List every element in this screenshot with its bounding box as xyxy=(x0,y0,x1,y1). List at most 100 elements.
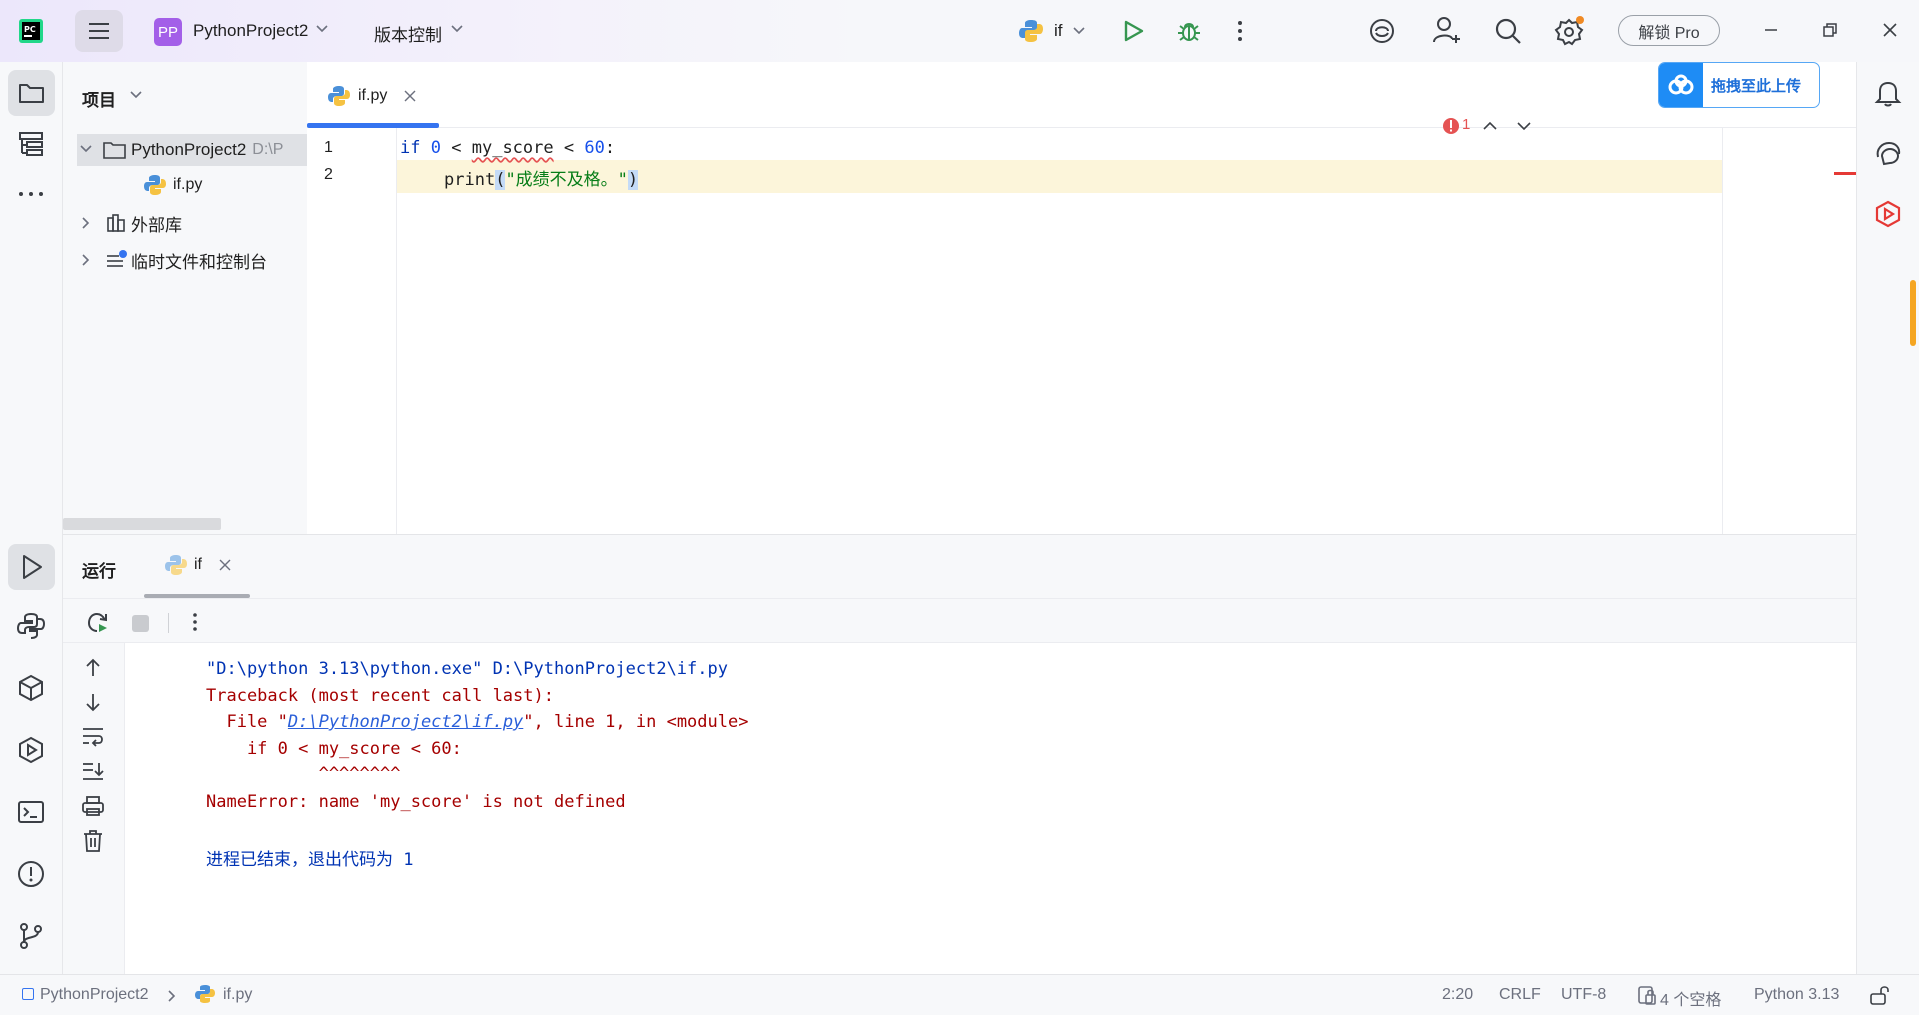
editor-tab-if-py[interactable]: if.py xyxy=(327,84,417,108)
ai-assistant-icon[interactable] xyxy=(1368,17,1396,45)
next-problem-icon[interactable] xyxy=(1516,120,1532,132)
ai-chat-icon[interactable] xyxy=(1874,139,1902,167)
code-line-2[interactable]: print("成绩不及格。") xyxy=(444,165,639,190)
console-carets: ^^^^^^^^ xyxy=(206,764,401,784)
terminal-icon[interactable] xyxy=(16,797,46,827)
inspection-widget[interactable] xyxy=(1441,116,1461,136)
console-file-line: File "D:\PythonProject2\if.py", line 1, … xyxy=(206,712,748,732)
run-tool-button[interactable] xyxy=(8,544,55,590)
run-panel: 运行 if "D:\python 3.13\python.exe" D:\Pyt… xyxy=(63,534,1856,975)
python-packages-icon[interactable] xyxy=(16,673,46,703)
problems-icon[interactable] xyxy=(16,859,46,889)
file-link[interactable]: D:\PythonProject2\if.py xyxy=(288,712,523,732)
print-icon[interactable] xyxy=(81,795,105,817)
indent-setting[interactable]: 4 个空格 xyxy=(1660,986,1721,1010)
scroll-up-icon[interactable] xyxy=(82,657,104,679)
unlock-pro-button[interactable]: 解锁 Pro xyxy=(1618,15,1720,46)
scroll-down-icon[interactable] xyxy=(82,691,104,713)
editor-tab-label: if.py xyxy=(358,87,388,104)
more-tools-icon[interactable] xyxy=(17,189,47,199)
plugin-logo-icon[interactable] xyxy=(1873,199,1903,229)
close-tab-icon[interactable] xyxy=(218,558,232,572)
chevron-down-icon[interactable] xyxy=(77,143,99,157)
file-encoding[interactable]: UTF-8 xyxy=(1561,986,1606,1004)
chevron-down-icon[interactable] xyxy=(1072,26,1086,36)
tree-row-project-root[interactable]: PythonProject2 D:\P xyxy=(77,134,307,166)
soft-wrap-icon[interactable] xyxy=(81,725,105,747)
stop-icon[interactable] xyxy=(132,615,149,632)
chevron-right-icon[interactable] xyxy=(77,216,99,230)
caret-position[interactable]: 2:20 xyxy=(1442,986,1473,1004)
close-tab-icon[interactable] xyxy=(403,89,417,103)
search-icon[interactable] xyxy=(1494,17,1522,45)
run-toolbar xyxy=(63,599,1856,643)
pycharm-logo-icon: PC xyxy=(19,19,43,43)
restore-icon[interactable] xyxy=(1822,22,1838,38)
close-window-icon[interactable] xyxy=(1882,22,1898,38)
scroll-indicator[interactable] xyxy=(1910,280,1916,346)
tree-row-external-libs[interactable]: 外部库 xyxy=(77,207,182,239)
toolbar-separator xyxy=(168,613,169,633)
code-line-1[interactable]: if 0 < my_score < 60: xyxy=(400,138,615,158)
python-file-icon xyxy=(144,175,166,195)
clear-trash-icon[interactable] xyxy=(82,829,104,853)
chevron-down-icon[interactable] xyxy=(315,24,329,34)
error-icon xyxy=(1443,118,1459,134)
chevron-right-icon[interactable] xyxy=(77,253,99,267)
python-file-icon xyxy=(328,86,350,106)
more-actions-icon[interactable] xyxy=(190,612,200,632)
services-icon[interactable] xyxy=(16,735,46,765)
vcs-menu[interactable]: 版本控制 xyxy=(374,21,442,46)
upload-drop-button[interactable]: 拖拽至此上传 xyxy=(1658,62,1820,108)
library-icon xyxy=(107,214,125,232)
project-tool-button[interactable] xyxy=(8,70,55,116)
string-literal: "成绩不及格。" xyxy=(505,170,628,190)
title-bar: PC PP PythonProject2 版本控制 if 解锁 Pro xyxy=(0,0,1919,62)
tree-row-if-py[interactable]: if.py xyxy=(143,169,202,201)
previous-problem-icon[interactable] xyxy=(1482,120,1498,132)
file-prefix: File " xyxy=(206,712,288,732)
error-count: 1 xyxy=(1462,116,1471,133)
unresolved-reference: my_score xyxy=(471,138,554,158)
breadcrumb-file[interactable]: if.py xyxy=(223,986,252,1004)
add-user-icon[interactable] xyxy=(1432,15,1462,45)
python-interpreter[interactable]: Python 3.13 xyxy=(1754,986,1839,1004)
chevron-down-icon[interactable] xyxy=(129,90,143,100)
more-actions-icon[interactable] xyxy=(1235,19,1245,43)
svg-text:PC: PC xyxy=(24,25,36,34)
console-exit-message: 进程已结束，退出代码为 1 xyxy=(206,850,414,870)
project-selector[interactable]: PythonProject2 xyxy=(193,21,308,41)
breadcrumb-project[interactable]: PythonProject2 xyxy=(40,986,149,1004)
read-only-lock-icon[interactable] xyxy=(1868,984,1890,1006)
line-separator[interactable]: CRLF xyxy=(1499,986,1541,1004)
line-number-gutter: 1 2 xyxy=(307,128,397,534)
run-button[interactable] xyxy=(1121,19,1145,43)
status-bar: PythonProject2 if.py 2:20 CRLF UTF-8 4 个… xyxy=(0,974,1919,1015)
console-side-toolbar xyxy=(63,643,125,975)
debug-button[interactable] xyxy=(1176,18,1202,44)
scroll-to-end-icon[interactable] xyxy=(81,760,105,782)
run-panel-title: 运行 xyxy=(82,562,116,581)
chevron-down-icon[interactable] xyxy=(450,24,464,34)
tree-row-scratches[interactable]: 临时文件和控制台 xyxy=(77,244,267,276)
file-name: if.py xyxy=(173,176,203,193)
project-badge[interactable]: PP xyxy=(154,18,182,46)
indent-lock-icon xyxy=(1637,984,1657,1006)
error-stripe-mark[interactable] xyxy=(1834,172,1856,175)
notifications-bell-icon[interactable] xyxy=(1874,79,1902,107)
main-menu-button[interactable] xyxy=(75,10,123,52)
scratches-icon xyxy=(107,250,127,267)
structure-icon[interactable] xyxy=(17,130,45,158)
run-tab-if[interactable]: if xyxy=(164,553,232,577)
horizontal-scrollbar[interactable] xyxy=(63,518,221,530)
rerun-icon[interactable] xyxy=(86,611,110,635)
project-root-name: PythonProject2 xyxy=(131,140,247,159)
minimize-icon[interactable] xyxy=(1763,22,1779,38)
git-branch-icon[interactable] xyxy=(16,921,46,951)
project-panel-title[interactable]: 项目 xyxy=(82,86,116,111)
python-file-icon xyxy=(1018,18,1044,44)
settings-gear-icon[interactable] xyxy=(1554,15,1586,47)
run-config-selector[interactable]: if xyxy=(1054,21,1063,41)
run-panel-header: 运行 if xyxy=(63,535,1856,599)
python-console-icon[interactable] xyxy=(16,611,46,641)
